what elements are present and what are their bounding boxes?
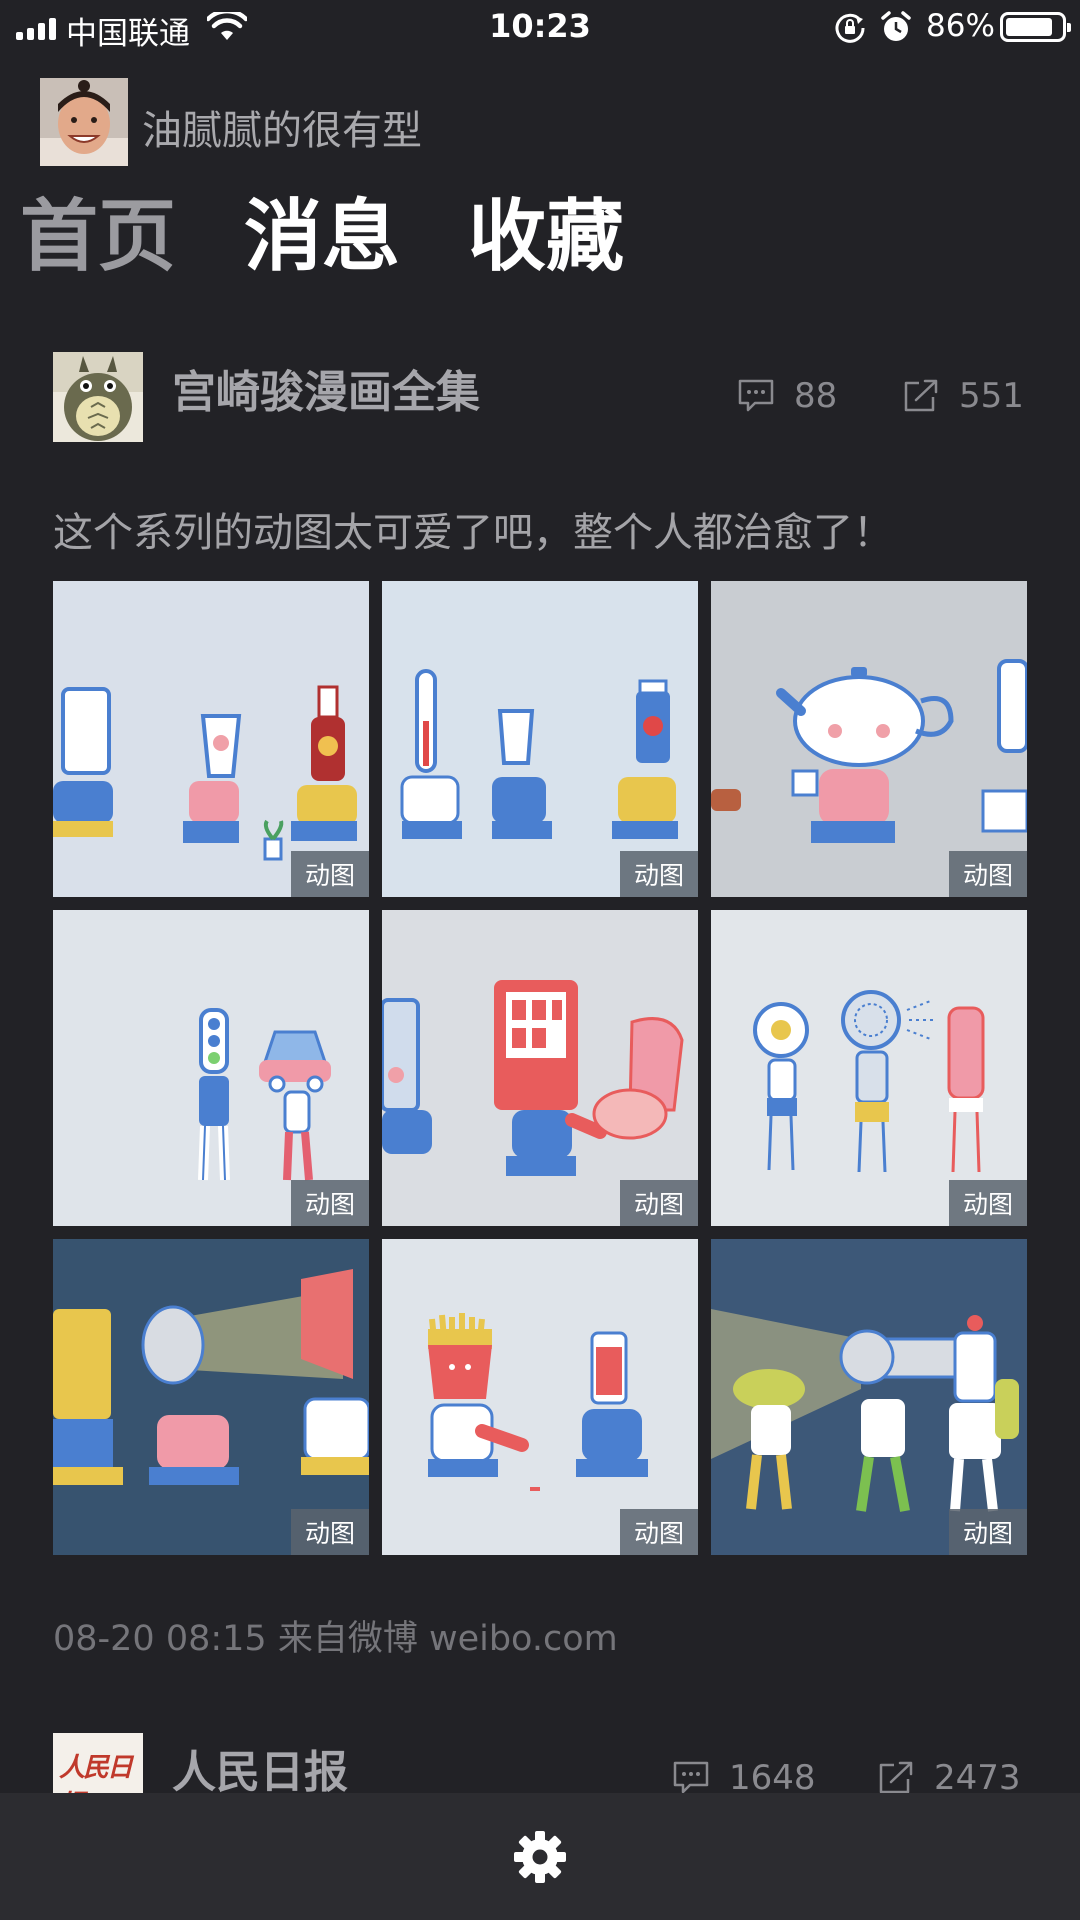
post2-comment-stat[interactable]: 1648 xyxy=(673,1758,816,1798)
battery-icon xyxy=(1000,12,1071,42)
gif-thumbnail[interactable]: 动图 xyxy=(382,1239,698,1555)
gif-thumbnail[interactable]: 动图 xyxy=(53,581,369,897)
status-bar: 中国联通 10:23 86% xyxy=(0,0,1080,54)
gif-badge: 动图 xyxy=(620,1509,698,1555)
post2-repost-count: 2473 xyxy=(934,1758,1021,1798)
tab-favorites[interactable]: 收藏 xyxy=(468,194,624,281)
battery-percent: 86% xyxy=(926,8,995,44)
gear-icon[interactable] xyxy=(512,1829,568,1885)
battery-fill xyxy=(1006,18,1052,36)
tab-home[interactable]: 首页 xyxy=(20,194,176,281)
repost-icon xyxy=(879,1761,913,1794)
alarm-icon xyxy=(881,11,911,41)
post-author-avatar[interactable] xyxy=(53,352,143,442)
post-text: 这个系列的动图太可爱了吧，整个人都治愈了！ xyxy=(53,510,893,556)
post2-repost-stat[interactable]: 2473 xyxy=(878,1758,1021,1798)
gif-thumbnail[interactable]: 动图 xyxy=(711,910,1027,1226)
gif-thumbnail[interactable]: 动图 xyxy=(382,581,698,897)
tab-bar: 首页 消息 收藏 xyxy=(20,194,692,281)
rotation-lock-icon xyxy=(835,13,865,43)
post-timestamp-source: 08-20 08:15 来自微博 weibo.com xyxy=(53,1619,618,1659)
post2-author-avatar[interactable]: 人民日报 xyxy=(53,1733,143,1793)
comment-stat[interactable]: 88 xyxy=(738,376,837,416)
comment-icon xyxy=(738,379,774,412)
gif-badge: 动图 xyxy=(291,851,369,897)
post2-avatar-logo: 人民日报 xyxy=(59,1753,133,1793)
profile-avatar[interactable] xyxy=(40,78,128,166)
profile-name[interactable]: 油腻腻的很有型 xyxy=(142,98,422,156)
comment-icon xyxy=(673,1761,709,1794)
gif-badge: 动图 xyxy=(620,851,698,897)
gif-badge: 动图 xyxy=(291,1509,369,1555)
post-author-name[interactable]: 宫崎骏漫画全集 xyxy=(172,356,480,420)
comment-count: 88 xyxy=(794,376,838,416)
gif-thumbnail[interactable]: 动图 xyxy=(53,1239,369,1555)
repost-count: 551 xyxy=(959,376,1024,416)
repost-icon xyxy=(904,379,938,412)
gif-badge: 动图 xyxy=(291,1180,369,1226)
clock: 10:23 xyxy=(489,7,591,45)
tab-messages[interactable]: 消息 xyxy=(244,194,400,281)
gif-badge: 动图 xyxy=(949,1180,1027,1226)
gif-thumbnail[interactable]: 动图 xyxy=(382,910,698,1226)
gif-badge: 动图 xyxy=(949,851,1027,897)
gif-badge: 动图 xyxy=(949,1509,1027,1555)
post2-author-name[interactable]: 人民日报 xyxy=(172,1736,348,1800)
gif-badge: 动图 xyxy=(620,1180,698,1226)
gif-thumbnail[interactable]: 动图 xyxy=(53,910,369,1226)
post2-comment-count: 1648 xyxy=(729,1758,816,1798)
gif-thumbnail[interactable]: 动图 xyxy=(711,581,1027,897)
gif-thumbnail[interactable]: 动图 xyxy=(711,1239,1027,1555)
repost-stat[interactable]: 551 xyxy=(903,376,1024,416)
